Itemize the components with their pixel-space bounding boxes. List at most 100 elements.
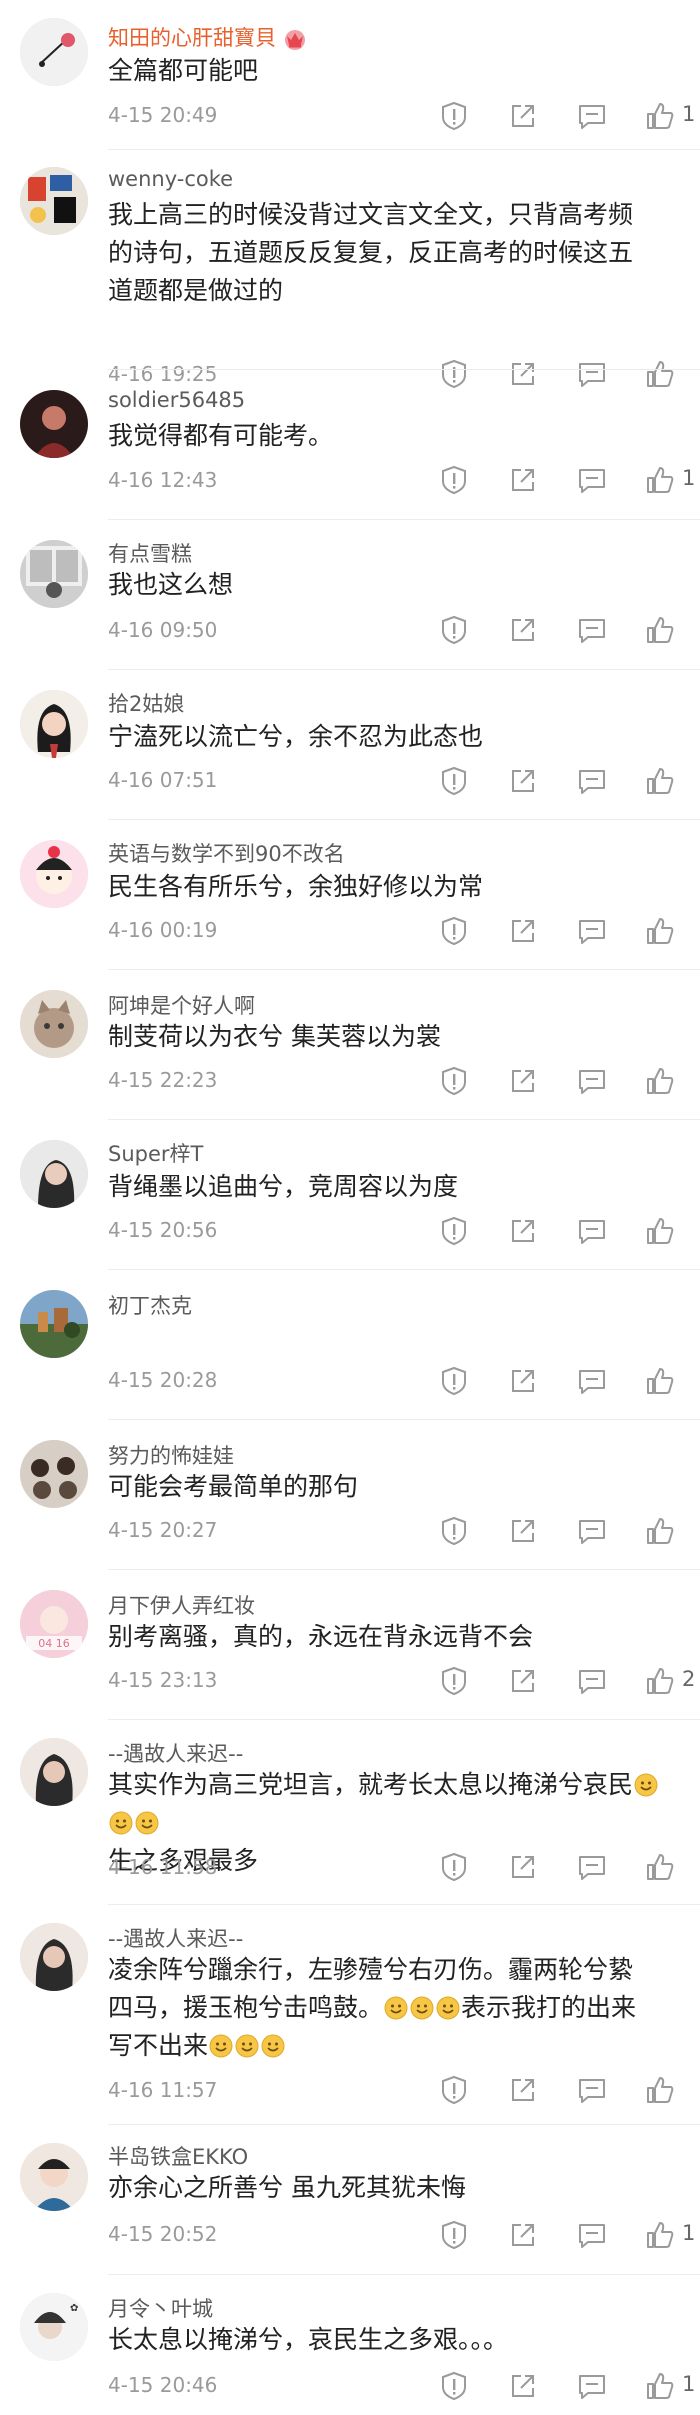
username[interactable]: 半岛铁盒EKKO [108, 2141, 248, 2171]
report-button[interactable] [438, 2074, 470, 2106]
reply-button[interactable] [576, 1365, 608, 1397]
avatar[interactable] [20, 18, 88, 86]
avatar[interactable] [20, 840, 88, 908]
share-button[interactable] [507, 2219, 539, 2251]
comment-item: 半岛铁盒EKKO 亦余心之所善兮 虽九死其犹未悔 4-15 20:52 1 [0, 2125, 700, 2275]
report-icon [438, 614, 470, 646]
share-button[interactable] [507, 1365, 539, 1397]
report-button[interactable] [438, 2219, 470, 2251]
reply-button[interactable] [576, 100, 608, 132]
reply-button[interactable] [576, 464, 608, 496]
report-button[interactable] [438, 1515, 470, 1547]
avatar[interactable] [20, 540, 88, 608]
share-button[interactable] [507, 1665, 539, 1697]
share-button[interactable] [507, 614, 539, 646]
report-button[interactable] [438, 1665, 470, 1697]
comment-line-text: 的诗句，五道题反反复复，反正高考的时候这五 [108, 238, 634, 267]
comment-line-text: 背绳墨以追曲兮，竞周容以为度 [108, 1172, 459, 1201]
share-button[interactable] [507, 1515, 539, 1547]
like-button[interactable] [644, 614, 676, 646]
report-button[interactable] [438, 100, 470, 132]
reply-button[interactable] [576, 2370, 608, 2402]
reply-button[interactable] [576, 765, 608, 797]
comment-line: 道题都是做过的 [108, 272, 678, 310]
reply-button[interactable] [576, 1215, 608, 1247]
like-button[interactable] [644, 2074, 676, 2106]
report-button[interactable] [438, 464, 470, 496]
username[interactable]: wenny-coke [108, 167, 233, 191]
report-button[interactable] [438, 2370, 470, 2402]
share-button[interactable] [507, 1215, 539, 1247]
username[interactable]: --遇故人来迟-- [108, 1738, 243, 1768]
share-button[interactable] [507, 1851, 539, 1883]
username[interactable]: Super梓T [108, 1138, 203, 1168]
share-button[interactable] [507, 100, 539, 132]
reply-button[interactable] [576, 2074, 608, 2106]
avatar[interactable]: 04 16 [20, 1590, 88, 1658]
report-button[interactable] [438, 1065, 470, 1097]
username[interactable]: 阿坤是个好人啊 [108, 990, 255, 1020]
share-button[interactable] [507, 464, 539, 496]
username-text: 有点雪糕 [108, 542, 192, 566]
username[interactable]: 有点雪糕 [108, 538, 192, 568]
avatar[interactable] [20, 167, 88, 235]
avatar[interactable] [20, 1440, 88, 1508]
avatar[interactable] [20, 1290, 88, 1358]
like-button[interactable] [644, 1065, 676, 1097]
report-button[interactable] [438, 614, 470, 646]
like-button[interactable] [644, 1515, 676, 1547]
like-button[interactable] [644, 1365, 676, 1397]
avatar[interactable] [20, 990, 88, 1058]
avatar[interactable]: ✿ [20, 2293, 88, 2361]
reply-button[interactable] [576, 1515, 608, 1547]
report-button[interactable] [438, 765, 470, 797]
username[interactable]: soldier56485 [108, 388, 245, 412]
comment-text: 民生各有所乐兮，余独好修以为常 [108, 868, 678, 906]
reply-button[interactable] [576, 614, 608, 646]
comment-actions [400, 1215, 700, 1251]
like-button[interactable] [644, 100, 676, 132]
username[interactable]: 知田的心肝甜寶貝 [108, 22, 308, 52]
reply-button[interactable] [576, 1665, 608, 1697]
like-button[interactable] [644, 2219, 676, 2251]
avatar[interactable] [20, 1140, 88, 1208]
username[interactable]: 拾2姑娘 [108, 688, 184, 718]
avatar[interactable] [20, 2143, 88, 2211]
username[interactable]: --遇故人来迟-- [108, 1923, 243, 1953]
share-button[interactable] [507, 2074, 539, 2106]
report-icon [438, 915, 470, 947]
reply-button[interactable] [576, 2219, 608, 2251]
timestamp: 4-16 12:43 [108, 468, 218, 492]
comment-item: 有点雪糕 我也这么想 4-16 09:50 [0, 520, 700, 670]
like-button[interactable] [644, 915, 676, 947]
share-button[interactable] [507, 1065, 539, 1097]
share-button[interactable] [507, 765, 539, 797]
avatar[interactable] [20, 690, 88, 758]
like-button[interactable] [644, 1215, 676, 1247]
share-button[interactable] [507, 2370, 539, 2402]
report-button[interactable] [438, 915, 470, 947]
comment-item: 04 16 月下伊人弄红妆 别考离骚，真的，永远在背永远背不会 4-15 23:13 2 [0, 1570, 700, 1720]
like-button[interactable] [644, 765, 676, 797]
reply-button[interactable] [576, 1065, 608, 1097]
username[interactable]: 初丁杰克 [108, 1290, 192, 1320]
like-button[interactable] [644, 464, 676, 496]
username[interactable]: 月下伊人弄红妆 [108, 1590, 255, 1620]
report-button[interactable] [438, 1851, 470, 1883]
reply-button[interactable] [576, 915, 608, 947]
avatar[interactable] [20, 390, 88, 458]
share-button[interactable] [507, 915, 539, 947]
like-button[interactable] [644, 2370, 676, 2402]
username[interactable]: 月令丶叶城 [108, 2293, 213, 2323]
username[interactable]: 努力的怖娃娃 [108, 1440, 234, 1470]
username[interactable]: 英语与数学不到90不改名 [108, 838, 345, 868]
avatar[interactable] [20, 1923, 88, 1991]
reply-button[interactable] [576, 1851, 608, 1883]
like-button[interactable] [644, 1665, 676, 1697]
comment-actions: 1 [400, 2370, 700, 2406]
like-button[interactable] [644, 1851, 676, 1883]
report-button[interactable] [438, 1365, 470, 1397]
avatar[interactable] [20, 1738, 88, 1806]
reply-icon [576, 2370, 608, 2402]
report-button[interactable] [438, 1215, 470, 1247]
